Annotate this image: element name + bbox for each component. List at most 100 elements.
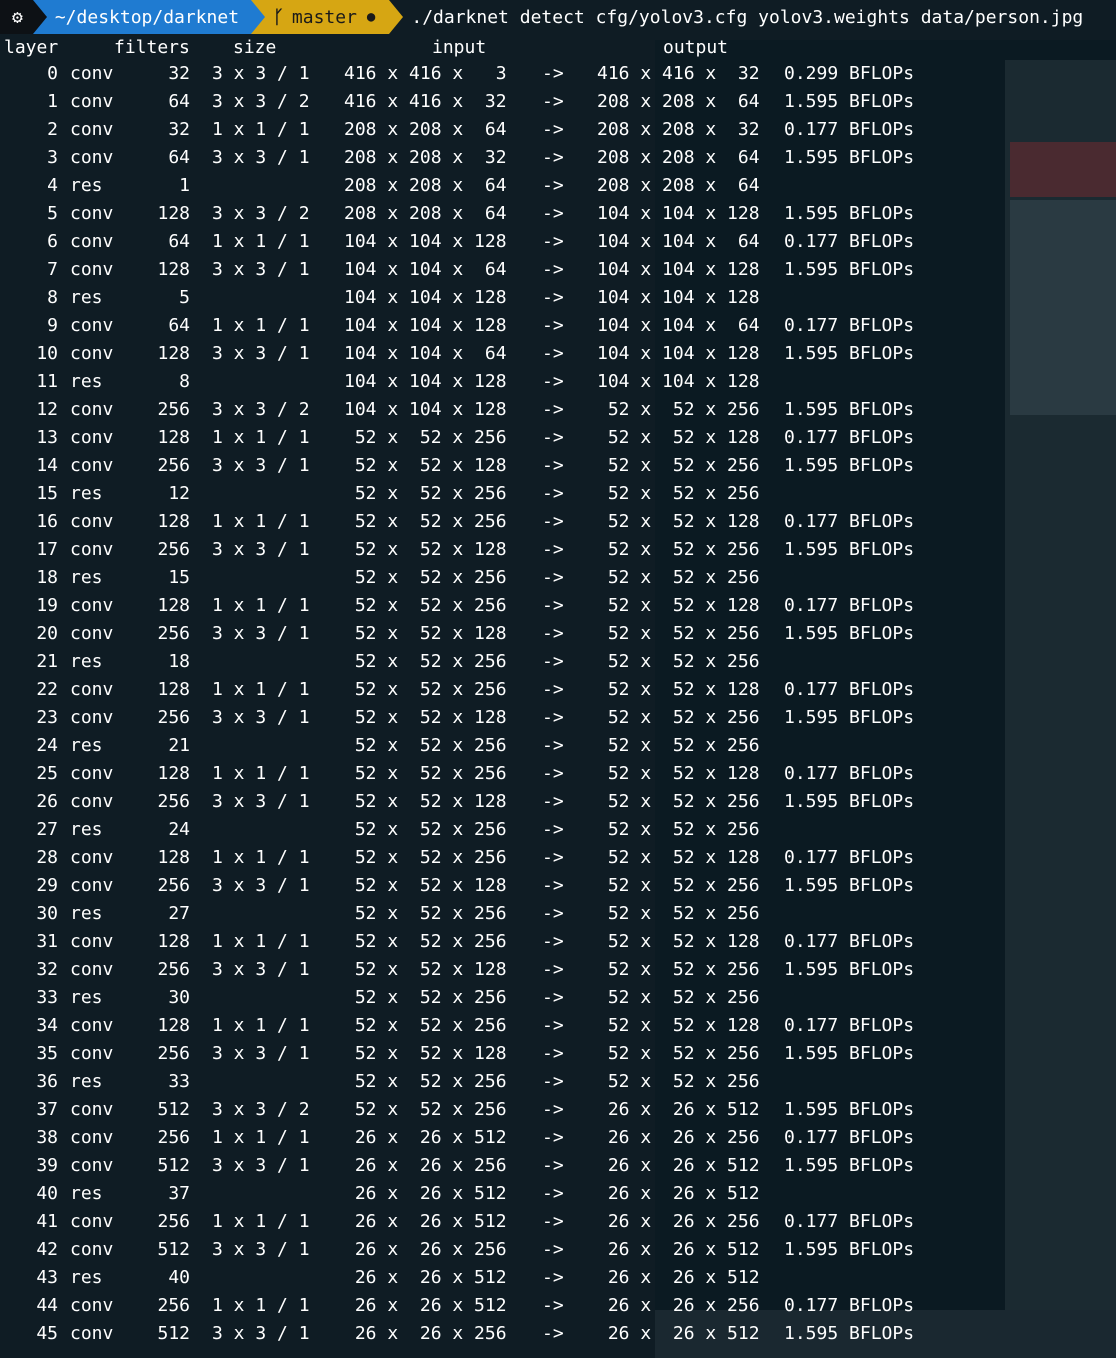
layer-input: 52 x 52 x 128 bbox=[344, 959, 507, 980]
layer-input: 52 x 52 x 128 bbox=[344, 623, 507, 644]
layer-type: conv bbox=[70, 399, 114, 420]
layer-index: 21 bbox=[36, 651, 58, 672]
layer-type: conv bbox=[70, 315, 114, 336]
layer-output: 52 x 52 x 256 bbox=[597, 623, 760, 644]
layer-index: 35 bbox=[36, 1043, 58, 1064]
layer-output: 52 x 52 x 128 bbox=[597, 931, 760, 952]
layer-output: 52 x 52 x 256 bbox=[597, 651, 760, 672]
layer-index: 39 bbox=[36, 1155, 58, 1176]
layer-arrow: -> bbox=[542, 539, 564, 560]
layer-arrow: -> bbox=[542, 1211, 564, 1232]
layer-index: 40 bbox=[36, 1183, 58, 1204]
layer-index: 22 bbox=[36, 679, 58, 700]
layer-arrow: -> bbox=[542, 1127, 564, 1148]
layer-arrow: -> bbox=[542, 287, 564, 308]
layer-index: 44 bbox=[36, 1295, 58, 1316]
layer-size: 1 x 1 / 1 bbox=[212, 511, 310, 532]
layer-bflops: 1.595 BFLOPs bbox=[784, 91, 915, 112]
layer-size: 3 x 3 / 1 bbox=[212, 539, 310, 560]
layer-input: 26 x 26 x 512 bbox=[344, 1127, 507, 1148]
layer-bflops: 1.595 BFLOPs bbox=[784, 455, 915, 476]
layer-index: 34 bbox=[36, 1015, 58, 1036]
layer-arrow: -> bbox=[542, 567, 564, 588]
layer-type: conv bbox=[70, 119, 114, 140]
header-input: input bbox=[432, 37, 487, 58]
layer-output: 52 x 52 x 256 bbox=[597, 483, 760, 504]
layer-size: 3 x 3 / 2 bbox=[212, 399, 310, 420]
layer-index: 16 bbox=[36, 511, 58, 532]
layer-size: 1 x 1 / 1 bbox=[212, 231, 310, 252]
layer-type: res bbox=[70, 1183, 103, 1204]
layer-arrow: -> bbox=[542, 1239, 564, 1260]
table-row: 42 conv 512 3 x 3 / 1 26 x 26 x 256 -> 26 x … bbox=[0, 1236, 1116, 1264]
layer-arrow: -> bbox=[542, 1267, 564, 1288]
layer-type: conv bbox=[70, 147, 114, 168]
layer-index: 23 bbox=[36, 707, 58, 728]
layer-input: 52 x 52 x 256 bbox=[344, 847, 507, 868]
layer-index: 7 bbox=[47, 259, 58, 280]
layer-type: res bbox=[70, 1267, 103, 1288]
layer-type: res bbox=[70, 175, 103, 196]
layer-filters: 256 bbox=[157, 959, 190, 980]
layer-filters: 64 bbox=[168, 315, 190, 336]
layer-bflops: 1.595 BFLOPs bbox=[784, 1099, 915, 1120]
layer-bflops: 1.595 BFLOPs bbox=[784, 539, 915, 560]
layer-index: 0 bbox=[47, 63, 58, 84]
layer-bflops: 0.177 BFLOPs bbox=[784, 1015, 915, 1036]
layer-output: 26 x 26 x 512 bbox=[597, 1099, 760, 1120]
table-row: 33 res 30 52 x 52 x 256 -> 52 x 52 x 256 bbox=[0, 984, 1116, 1012]
layer-input: 104 x 104 x 128 bbox=[344, 399, 507, 420]
layer-index: 30 bbox=[36, 903, 58, 924]
layer-output: 416 x 416 x 32 bbox=[597, 63, 760, 84]
layer-type: conv bbox=[70, 1127, 114, 1148]
layer-input: 52 x 52 x 256 bbox=[344, 427, 507, 448]
layer-type: conv bbox=[70, 231, 114, 252]
layer-index: 3 bbox=[47, 147, 58, 168]
command-line[interactable]: ./darknet detect cfg/yolov3.cfg yolov3.w… bbox=[389, 0, 1083, 34]
layer-input: 26 x 26 x 512 bbox=[344, 1295, 507, 1316]
layer-bflops: 0.177 BFLOPs bbox=[784, 763, 915, 784]
table-row: 1 conv 64 3 x 3 / 2 416 x 416 x 32 -> 208 x 20… bbox=[0, 88, 1116, 116]
layer-bflops: 0.177 BFLOPs bbox=[784, 931, 915, 952]
table-row: 38 conv 256 1 x 1 / 1 26 x 26 x 512 -> 26 x … bbox=[0, 1124, 1116, 1152]
layer-bflops: 0.177 BFLOPs bbox=[784, 427, 915, 448]
layer-type: conv bbox=[70, 623, 114, 644]
layer-filters: 128 bbox=[157, 203, 190, 224]
layer-index: 25 bbox=[36, 763, 58, 784]
layer-index: 12 bbox=[36, 399, 58, 420]
layer-type: conv bbox=[70, 259, 114, 280]
layer-output: 104 x 104 x 64 bbox=[597, 231, 760, 252]
layer-type: conv bbox=[70, 1211, 114, 1232]
layer-bflops: 0.177 BFLOPs bbox=[784, 1295, 915, 1316]
table-row: 13 conv 128 1 x 1 / 1 52 x 52 x 256 -> 52 x … bbox=[0, 424, 1116, 452]
layer-output: 52 x 52 x 256 bbox=[597, 735, 760, 756]
layer-input: 52 x 52 x 256 bbox=[344, 1015, 507, 1036]
table-row: 18 res 15 52 x 52 x 256 -> 52 x 52 x 256 bbox=[0, 564, 1116, 592]
layer-index: 42 bbox=[36, 1239, 58, 1260]
layer-filters: 512 bbox=[157, 1323, 190, 1344]
table-row: 34 conv 128 1 x 1 / 1 52 x 52 x 256 -> 52 x … bbox=[0, 1012, 1116, 1040]
layer-bflops: 0.177 BFLOPs bbox=[784, 1127, 915, 1148]
layer-output: 52 x 52 x 256 bbox=[597, 987, 760, 1008]
table-row: 15 res 12 52 x 52 x 256 -> 52 x 52 x 256 bbox=[0, 480, 1116, 508]
layer-arrow: -> bbox=[542, 819, 564, 840]
table-row: 45 conv 512 3 x 3 / 1 26 x 26 x 256 -> 26 x … bbox=[0, 1320, 1116, 1348]
layer-output: 208 x 208 x 64 bbox=[597, 147, 760, 168]
table-row: 35 conv 256 3 x 3 / 1 52 x 52 x 128 -> 52 x … bbox=[0, 1040, 1116, 1068]
layer-type: conv bbox=[70, 959, 114, 980]
layer-bflops: 1.595 BFLOPs bbox=[784, 203, 915, 224]
layer-type: conv bbox=[70, 427, 114, 448]
layer-bflops: 1.595 BFLOPs bbox=[784, 959, 915, 980]
layer-output: 52 x 52 x 256 bbox=[597, 1071, 760, 1092]
layer-arrow: -> bbox=[542, 119, 564, 140]
table-row: 8 res 5 104 x 104 x 128 -> 104 x 104 x 128 bbox=[0, 284, 1116, 312]
table-row: 40 res 37 26 x 26 x 512 -> 26 x 26 x 512 bbox=[0, 1180, 1116, 1208]
layer-index: 29 bbox=[36, 875, 58, 896]
layer-output: 26 x 26 x 256 bbox=[597, 1211, 760, 1232]
layer-type: conv bbox=[70, 539, 114, 560]
layer-arrow: -> bbox=[542, 315, 564, 336]
layer-filters: 128 bbox=[157, 763, 190, 784]
layer-arrow: -> bbox=[542, 147, 564, 168]
layer-size: 3 x 3 / 1 bbox=[212, 147, 310, 168]
layer-output: 52 x 52 x 256 bbox=[597, 903, 760, 924]
